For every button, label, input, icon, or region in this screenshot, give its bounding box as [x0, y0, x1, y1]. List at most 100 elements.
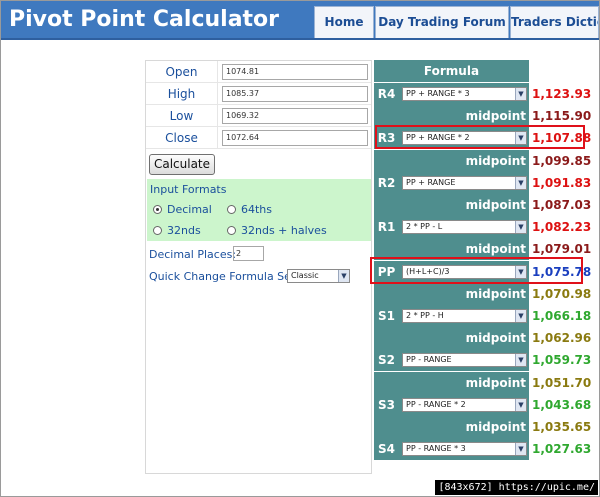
formula-text: PP - RANGE * 2 [406, 399, 466, 409]
formula-select-s3[interactable]: PP - RANGE * 2 ▼ [402, 397, 527, 412]
pivot-value: 1,082.23 [532, 220, 592, 235]
formula-set-value: Classic [291, 271, 319, 280]
input-formats-box: Input Formats Decimal 64ths 32nds 32nds … [147, 179, 371, 241]
midpoint-label: midpoint [465, 109, 526, 124]
pivot-row-r4: R4 PP + RANGE * 3 ▼ 1,123.93 [374, 83, 592, 105]
midpoint-row: midpoint 1,115.90 [374, 105, 591, 128]
formula-header: Formula [374, 60, 529, 82]
formula-set-select[interactable]: Classic ▼ [287, 269, 350, 283]
midpoint-label: midpoint [465, 153, 526, 168]
32nds-radio[interactable] [153, 226, 162, 235]
pivot-value: 1,035.65 [532, 420, 592, 434]
chevron-down-icon: ▼ [338, 270, 349, 282]
formula-text: 2 * PP - H [406, 311, 444, 320]
pivot-row-s2: S2 PP - RANGE ▼ 1,059.73 [374, 349, 592, 372]
midpoint-label: midpoint [465, 420, 526, 434]
formula-cell: PP - RANGE * 2 ▼ [399, 393, 529, 416]
64ths-radio[interactable] [227, 205, 236, 214]
midpoint-row: midpoint 1,062.96 [374, 327, 592, 350]
formula-text: PP + RANGE [406, 177, 456, 187]
formula-text: PP - RANGE [406, 355, 452, 365]
pivot-code-label: S3 [374, 393, 399, 416]
chevron-down-icon: ▼ [515, 176, 526, 189]
chevron-down-icon: ▼ [515, 310, 526, 322]
chevron-down-icon: ▼ [515, 354, 526, 367]
high-label: High [146, 83, 218, 105]
quick-change-label: Quick Change Formula Set: [149, 270, 299, 283]
formula-select-r2[interactable]: PP + RANGE ▼ [402, 175, 527, 190]
formula-cell: PP - RANGE ▼ [399, 349, 529, 372]
formula-select-r1[interactable]: 2 * PP - L ▼ [402, 220, 527, 235]
pivot-value: 1,099.85 [532, 153, 592, 168]
pivot-row-s4: S4 PP - RANGE * 3 ▼ 1,027.63 [374, 438, 592, 461]
tab-traders-dictionary[interactable]: Traders Dictio [510, 6, 599, 39]
low-input[interactable]: 1069.32 [222, 108, 368, 124]
open-row: Open 1074.81 [146, 61, 371, 83]
pivot-code-label: S1 [374, 305, 399, 327]
pivot-value: 1,043.68 [532, 397, 592, 412]
r3-highlight-box [375, 125, 585, 149]
midpoint-row: midpoint 1,087.03 [374, 194, 592, 216]
pivot-value: 1,091.83 [532, 175, 592, 190]
formula-select-r4[interactable]: PP + RANGE * 3 ▼ [402, 87, 527, 101]
formula-select-s2[interactable]: PP - RANGE ▼ [402, 353, 527, 368]
midpoint-row: midpoint 1,099.85 [374, 149, 592, 172]
tab-home[interactable]: Home [314, 6, 374, 39]
chevron-down-icon: ▼ [515, 221, 526, 234]
pivot-code-label: R4 [374, 83, 399, 105]
formula-cell: PP - RANGE * 3 ▼ [399, 438, 529, 461]
pivot-code-label: R2 [374, 171, 399, 194]
midpoint-label: midpoint [465, 331, 526, 346]
pivot-row-r1: R1 2 * PP - L ▼ 1,082.23 [374, 216, 592, 239]
close-input[interactable]: 1072.64 [222, 130, 368, 146]
chevron-down-icon: ▼ [515, 398, 526, 411]
close-row: Close 1072.64 [146, 127, 371, 149]
formula-select-s4[interactable]: PP - RANGE * 3 ▼ [402, 442, 527, 457]
high-input[interactable]: 1085.37 [222, 86, 368, 102]
pivot-value: 1,066.18 [532, 309, 592, 323]
input-formats-title: Input Formats [150, 183, 227, 196]
page-title: Pivot Point Calculator [9, 7, 280, 32]
midpoint-label: midpoint [465, 286, 526, 301]
pp-highlight-box [370, 257, 583, 284]
calculate-button[interactable]: Calculate [149, 154, 215, 175]
open-input[interactable]: 1074.81 [222, 64, 368, 80]
site-header: Pivot Point Calculator Home Day Trading … [1, 1, 599, 39]
midpoint-cell: midpoint [374, 149, 529, 172]
pivot-row-s1: S1 2 * PP - H ▼ 1,066.18 [374, 305, 592, 327]
pivot-value: 1,027.63 [532, 442, 592, 457]
high-row: High 1085.37 [146, 83, 371, 105]
midpoint-row: midpoint 1,070.98 [374, 282, 591, 305]
formula-cell: PP + RANGE * 3 ▼ [399, 83, 529, 105]
midpoint-cell: midpoint [374, 371, 529, 394]
chevron-down-icon: ▼ [515, 443, 526, 456]
decimal-radio[interactable] [153, 205, 162, 214]
midpoint-label: midpoint [465, 198, 526, 212]
pivot-value: 1,087.03 [532, 198, 592, 212]
pivot-code-label: S2 [374, 349, 399, 372]
watermark: [843x672] https://upic.me/ [435, 480, 598, 495]
32nds-halves-label: 32nds + halves [241, 224, 327, 237]
pivot-value: 1,062.96 [532, 331, 592, 346]
formula-cell: PP + RANGE ▼ [399, 171, 529, 194]
input-panel: Open 1074.81 High 1085.37 Low 1069.32 Cl… [145, 60, 372, 474]
midpoint-label: midpoint [465, 375, 526, 390]
formula-text: 2 * PP - L [406, 222, 443, 232]
decimal-places-label: Decimal Places: [149, 248, 237, 261]
32nds-halves-radio[interactable] [227, 226, 236, 235]
pivot-value: 1,059.73 [532, 353, 592, 368]
midpoint-row: midpoint 1,035.65 [374, 416, 592, 438]
decimal-places-input[interactable]: 2 [233, 246, 264, 261]
midpoint-cell: midpoint [374, 194, 529, 216]
chevron-down-icon: ▼ [515, 88, 526, 100]
close-label: Close [146, 127, 218, 149]
pivot-value: 1,051.70 [532, 375, 592, 390]
pivot-row-r2: R2 PP + RANGE ▼ 1,091.83 [374, 171, 592, 194]
pivot-value: 1,123.93 [532, 87, 592, 101]
formula-select-s1[interactable]: 2 * PP - H ▼ [402, 309, 527, 323]
open-label: Open [146, 61, 218, 83]
midpoint-row: midpoint 1,051.70 [374, 371, 592, 394]
tab-day-trading-forum[interactable]: Day Trading Forum [375, 6, 509, 39]
formula-cell: 2 * PP - L ▼ [399, 216, 529, 239]
pivot-row-s3: S3 PP - RANGE * 2 ▼ 1,043.68 [374, 393, 592, 416]
